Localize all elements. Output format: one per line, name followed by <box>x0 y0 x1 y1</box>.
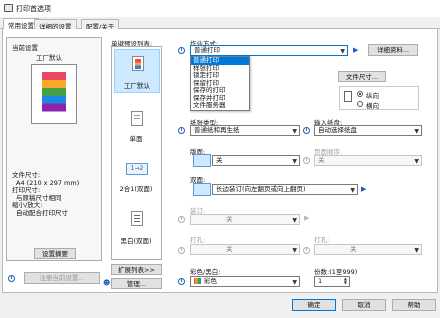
preset-label: 工厂默认 <box>124 82 150 90</box>
landscape-radio[interactable] <box>357 101 363 107</box>
manage-button[interactable]: 管理... <box>111 278 162 289</box>
current-settings-panel: 当前设置 工厂默认 文件尺寸: A4 (210 x 297 mm) 打印尺寸: … <box>6 37 102 261</box>
details-button[interactable]: 详细资料... <box>368 44 418 56</box>
preset-item-2in1-duplex[interactable]: 1→2 2合1(双面) <box>114 155 160 195</box>
fold-select[interactable]: 关 ▼ <box>314 244 422 255</box>
copies-value: 1 <box>318 277 323 285</box>
chevron-down-icon: ▼ <box>292 247 297 254</box>
current-settings-label: 当前设置 <box>12 44 38 52</box>
paper-size-button[interactable]: 文件尺寸... <box>338 71 386 82</box>
chevron-down-icon: ▼ <box>414 128 419 135</box>
info-icon: i <box>303 127 310 134</box>
register-current-settings-button[interactable]: 注册当前设置... <box>24 272 100 284</box>
chevron-down-icon: ▼ <box>340 48 345 55</box>
document-icon <box>131 211 143 226</box>
info-line: 自动配合打印尺寸 <box>16 208 68 217</box>
copies-label: 份数:(1至999) <box>314 268 358 276</box>
layout-icon <box>193 154 211 167</box>
color-mode-select[interactable]: 彩色 ▼ <box>190 276 300 287</box>
fold-label: 打孔: <box>314 236 330 244</box>
play-icon: ▶ <box>361 185 367 193</box>
stepper-icon[interactable]: ▲ ▼ <box>344 277 347 285</box>
help-button[interactable]: 帮助 <box>392 299 436 311</box>
color-mode-label: 彩色/黑白: <box>190 268 221 276</box>
preset-label: 单面 <box>129 135 143 143</box>
preset-list: 工厂默认 单面 1→2 2合1(双面) 黑白(双面) <box>111 46 162 260</box>
printer-icon <box>4 4 13 12</box>
chevron-down-icon: ▼ <box>350 187 355 194</box>
paper-type-select[interactable]: 普通纸和再生纸 ▼ <box>190 125 300 136</box>
portrait-label: 纵向 <box>366 92 379 100</box>
duplex-icon <box>193 183 211 196</box>
info-icon: i <box>303 157 310 164</box>
fold-value: 关 <box>350 245 357 253</box>
info-icon: i <box>178 127 185 134</box>
user-icon: ☻ <box>103 279 111 287</box>
punch-label: 打孔: <box>190 236 206 244</box>
punch-select[interactable]: 关 ▼ <box>190 244 300 255</box>
cancel-button[interactable]: 取消 <box>342 299 386 311</box>
settings-summary-button[interactable]: 设置摘要 <box>34 248 76 259</box>
current-settings-value: 工厂默认 <box>36 54 62 62</box>
info-icon: i <box>178 216 185 223</box>
input-tray-value: 自动选择纸盘 <box>318 126 357 134</box>
job-type-dropdown: 普通打印 样张打印 锁定打印 保留打印 保存的打印 保存并打印 文件服务器 <box>190 56 250 111</box>
staple-value: 关 <box>226 215 233 223</box>
input-tray-select[interactable]: 自动选择纸盘 ▼ <box>314 125 422 136</box>
two-in-one-icon: 1→2 <box>126 163 148 175</box>
orientation-icon <box>344 91 352 102</box>
job-option[interactable]: 文件服务器 <box>191 101 249 110</box>
chevron-down-icon: ▼ <box>414 158 419 165</box>
info-icon: i <box>8 275 15 282</box>
layout-select[interactable]: 关 ▼ <box>212 155 300 166</box>
paper-type-value: 普通纸和再生纸 <box>194 126 240 134</box>
expand-list-button[interactable]: 扩展列表>> <box>111 264 162 275</box>
color-mode-value: 彩色 <box>204 277 217 285</box>
current-settings-info: 文件尺寸: A4 (210 x 297 mm) 打印尺寸: 与原稿尺寸相同 缩小… <box>12 171 102 217</box>
color-swatch-icon <box>194 278 201 284</box>
play-icon: ▶ <box>304 214 310 222</box>
info-icon: i <box>178 47 185 54</box>
staple-select[interactable]: 关 ▼ <box>190 214 300 225</box>
tab-bar: 常用设置 详细的设置 配置/关于 <box>0 17 440 31</box>
page-order-select[interactable]: 关 ▼ <box>314 155 422 166</box>
title-bar: 打印首选项 <box>0 0 440 17</box>
job-type-select[interactable]: 普通打印 ▼ <box>190 45 348 56</box>
chevron-down-icon: ▼ <box>292 128 297 135</box>
preset-item-factory-default[interactable]: 工厂默认 <box>114 49 160 93</box>
preview-image <box>42 72 66 116</box>
chevron-down-icon: ▼ <box>292 158 297 165</box>
play-icon: ▶ <box>353 46 359 54</box>
info-icon: i <box>303 247 310 254</box>
page-order-value: 关 <box>318 156 325 164</box>
portrait-radio[interactable] <box>357 91 363 97</box>
ok-button[interactable]: 确定 <box>292 299 336 311</box>
window-title: 打印首选项 <box>16 5 51 13</box>
chevron-down-icon: ▼ <box>292 279 297 286</box>
preset-item-single-sided[interactable]: 单面 <box>114 105 160 145</box>
document-icon <box>132 56 144 71</box>
duplex-select[interactable]: 长边装订(向左翻页或向上翻页) ▼ <box>212 184 358 195</box>
orientation-group: 纵向 横向 <box>339 86 419 110</box>
punch-value: 关 <box>226 245 233 253</box>
page-preview <box>31 64 77 124</box>
info-icon: i <box>178 278 185 285</box>
chevron-down-icon: ▼ <box>292 217 297 224</box>
preset-label: 2合1(双面) <box>119 185 153 193</box>
chevron-down-icon: ▼ <box>414 247 419 254</box>
layout-value: 关 <box>216 156 223 164</box>
job-type-value: 普通打印 <box>194 46 220 54</box>
landscape-label: 横向 <box>366 102 379 110</box>
duplex-value: 长边装订(向左翻页或向上翻页) <box>216 185 306 193</box>
copies-input[interactable]: 1 ▲ ▼ <box>314 276 350 287</box>
preset-item-bw-duplex[interactable]: 黑白(双面) <box>114 205 160 249</box>
info-icon: i <box>178 247 185 254</box>
preset-label: 黑白(双面) <box>120 237 152 245</box>
document-icon <box>131 111 143 126</box>
